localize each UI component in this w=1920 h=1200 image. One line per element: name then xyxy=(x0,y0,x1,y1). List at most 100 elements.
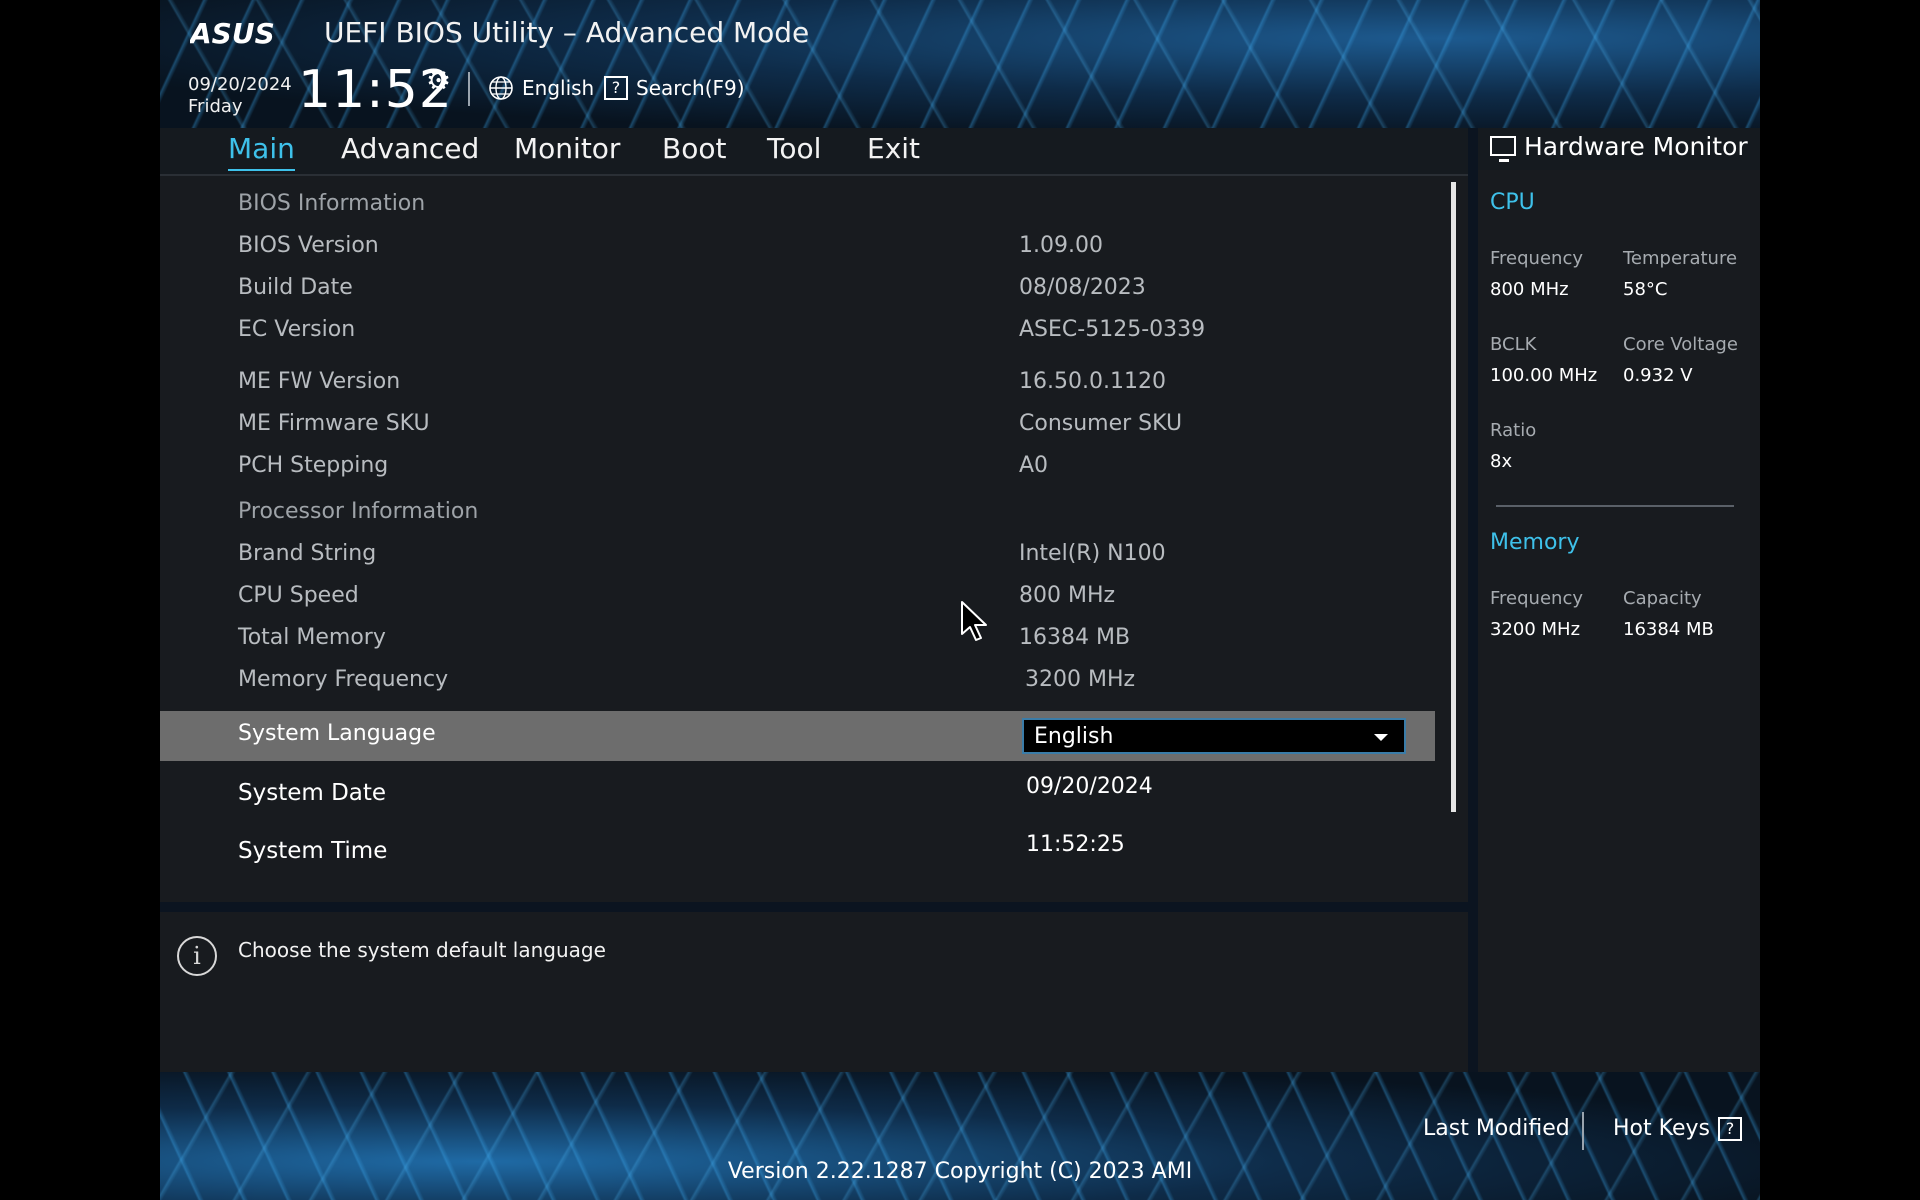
brand-string-row: Brand String Intel(R) N100 xyxy=(160,535,1435,577)
version-text: Version 2.22.1287 Copyright (C) 2023 AMI xyxy=(727,1159,1193,1184)
bios-version-value: 1.09.00 xyxy=(1019,233,1103,258)
system-language-dropdown[interactable]: English xyxy=(1022,718,1406,754)
system-date-row[interactable]: System Date 09/20/2024 xyxy=(160,774,1435,816)
memory-frequency-row: Memory Frequency 3200 MHz xyxy=(160,661,1435,703)
memory-capacity-value: 16384 MB xyxy=(1623,619,1714,640)
ratio-value: 8x xyxy=(1490,451,1513,472)
pch-stepping-value: A0 xyxy=(1019,453,1049,478)
memory-capacity-label: Capacity xyxy=(1623,588,1702,609)
info-icon: i xyxy=(177,936,217,976)
core-voltage-value: 0.932 V xyxy=(1623,365,1693,386)
system-date-value[interactable]: 09/20/2024 xyxy=(1026,774,1153,799)
memory-frequency-value: 3200 MHz xyxy=(1025,667,1136,692)
footer-divider xyxy=(1582,1112,1584,1150)
build-date-value: 08/08/2023 xyxy=(1019,275,1146,300)
search-label: Search(F9) xyxy=(636,76,745,100)
language-label: English xyxy=(522,76,595,100)
build-date-label: Build Date xyxy=(238,275,353,300)
cpu-frequency-label: Frequency xyxy=(1490,248,1583,269)
header-day-value: Friday xyxy=(188,96,243,117)
tab-boot[interactable]: Boot xyxy=(662,132,726,169)
system-time-row[interactable]: System Time 11:52:25 xyxy=(160,832,1435,874)
bclk-value: 100.00 MHz xyxy=(1490,365,1598,386)
hardware-monitor-panel: Hardware Monitor CPU Frequency Temperatu… xyxy=(1478,128,1760,1072)
tab-monitor[interactable]: Monitor xyxy=(514,132,620,169)
memory-frequency-label: Frequency xyxy=(1490,588,1583,609)
bios-version-row: BIOS Version 1.09.00 xyxy=(160,227,1435,269)
content-scrollbar[interactable] xyxy=(1451,182,1456,812)
core-voltage-label: Core Voltage xyxy=(1623,334,1738,355)
cpu-speed-row: CPU Speed 800 MHz xyxy=(160,577,1435,619)
help-icon: ? xyxy=(1717,1116,1742,1141)
total-memory-row: Total Memory 16384 MB xyxy=(160,619,1435,661)
total-memory-value: 16384 MB xyxy=(1019,625,1131,650)
me-fw-version-label: ME FW Version xyxy=(238,369,401,394)
tab-tool[interactable]: Tool xyxy=(767,132,821,169)
last-modified-button[interactable]: Last Modified xyxy=(1423,1116,1570,1141)
help-text: Choose the system default language xyxy=(238,938,606,962)
me-firmware-sku-value: Consumer SKU xyxy=(1019,411,1183,436)
language-button[interactable]: English xyxy=(488,72,594,104)
asus-logo: ASUS xyxy=(190,18,275,48)
system-language-label: System Language xyxy=(238,721,436,746)
cpu-frequency-value: 800 MHz xyxy=(1490,279,1569,300)
help-icon: ? xyxy=(604,76,628,100)
bios-information-header: BIOS Information xyxy=(160,185,1435,227)
mouse-cursor-icon xyxy=(961,601,987,641)
me-fw-version-row: ME FW Version 16.50.0.1120 xyxy=(160,363,1435,405)
tab-main[interactable]: Main xyxy=(228,132,295,171)
processor-information-header: Processor Information xyxy=(160,493,1435,535)
hot-keys-button[interactable]: Hot Keys ? xyxy=(1613,1116,1742,1141)
brand-string-label: Brand String xyxy=(238,541,377,566)
header-divider xyxy=(468,72,470,106)
cpu-temperature-value: 58°C xyxy=(1623,279,1668,300)
system-language-row[interactable]: System Language English xyxy=(160,711,1435,761)
caret-down-icon xyxy=(1374,734,1388,741)
system-time-value[interactable]: 11:52:25 xyxy=(1026,832,1125,857)
build-date-row: Build Date 08/08/2023 xyxy=(160,269,1435,311)
monitor-icon xyxy=(1490,136,1516,162)
main-tab-bar: Main Advanced Monitor Boot Tool Exit xyxy=(160,128,1468,176)
main-content-panel: BIOS Information BIOS Version 1.09.00 Bu… xyxy=(160,176,1468,902)
system-language-selected: English xyxy=(1034,724,1114,749)
globe-icon xyxy=(489,76,513,100)
ratio-label: Ratio xyxy=(1490,420,1537,441)
ec-version-label: EC Version xyxy=(238,317,356,342)
cpu-speed-label: CPU Speed xyxy=(238,583,359,608)
bios-screen: ASUS UEFI BIOS Utility – Advanced Mode 0… xyxy=(160,0,1760,1200)
system-date-label: System Date xyxy=(238,780,387,806)
bios-version-label: BIOS Version xyxy=(238,233,379,258)
brand-string-value: Intel(R) N100 xyxy=(1019,541,1166,566)
ec-version-value: ASEC-5125-0339 xyxy=(1019,317,1206,342)
header-date-value: 09/20/2024 xyxy=(188,74,292,95)
memory-section-title: Memory xyxy=(1490,530,1580,555)
cpu-section-title: CPU xyxy=(1490,190,1535,215)
memory-frequency-value: 3200 MHz xyxy=(1490,619,1581,640)
gear-icon[interactable]: ⚙ xyxy=(426,64,451,97)
tab-exit[interactable]: Exit xyxy=(867,132,920,169)
app-title: UEFI BIOS Utility – Advanced Mode xyxy=(324,16,810,49)
system-time-label: System Time xyxy=(238,838,388,864)
search-button[interactable]: ? Search(F9) xyxy=(604,72,745,104)
tab-advanced[interactable]: Advanced xyxy=(341,132,479,169)
section-label: BIOS Information xyxy=(238,191,426,216)
cpu-temperature-label: Temperature xyxy=(1623,248,1738,269)
hw-divider xyxy=(1496,505,1734,507)
hot-keys-label: Hot Keys xyxy=(1613,1116,1710,1141)
header-date: 09/20/2024 Friday xyxy=(188,74,292,118)
me-firmware-sku-row: ME Firmware SKU Consumer SKU xyxy=(160,405,1435,447)
memory-frequency-label: Memory Frequency xyxy=(238,667,449,692)
help-panel: i Choose the system default language xyxy=(160,912,1468,1072)
pch-stepping-label: PCH Stepping xyxy=(238,453,389,478)
cpu-speed-value: 800 MHz xyxy=(1019,583,1116,608)
last-modified-label: Last Modified xyxy=(1423,1116,1570,1141)
pch-stepping-row: PCH Stepping A0 xyxy=(160,447,1435,489)
bclk-label: BCLK xyxy=(1490,334,1537,355)
section-label: Processor Information xyxy=(238,499,479,524)
me-firmware-sku-label: ME Firmware SKU xyxy=(238,411,430,436)
me-fw-version-value: 16.50.0.1120 xyxy=(1019,369,1166,394)
ec-version-row: EC Version ASEC-5125-0339 xyxy=(160,311,1435,353)
total-memory-label: Total Memory xyxy=(238,625,386,650)
hardware-monitor-title: Hardware Monitor xyxy=(1524,132,1748,161)
hardware-monitor-header: Hardware Monitor xyxy=(1478,128,1760,170)
